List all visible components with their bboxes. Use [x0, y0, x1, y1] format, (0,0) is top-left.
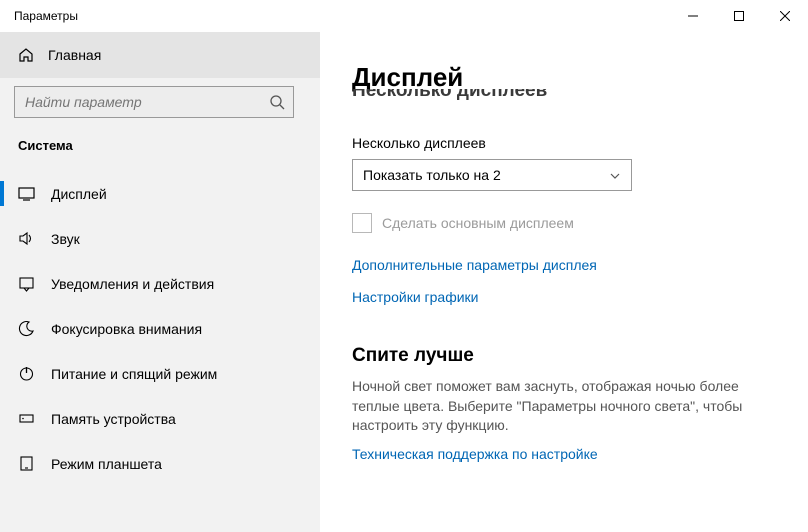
content-area: Дисплей Несколько дисплеев Несколько дис… — [320, 32, 808, 532]
primary-display-label: Сделать основным дисплеем — [382, 215, 574, 231]
sidebar-item-notifications[interactable]: Уведомления и действия — [0, 261, 320, 306]
search-input-wrap[interactable] — [14, 86, 294, 118]
maximize-button[interactable] — [716, 0, 762, 32]
search-icon — [269, 94, 285, 110]
chevron-down-icon — [609, 169, 621, 181]
notifications-icon — [18, 275, 35, 292]
sidebar-item-label: Питание и спящий режим — [51, 366, 217, 382]
window-title: Параметры — [0, 9, 78, 23]
sidebar-item-tablet[interactable]: Режим планшета — [0, 441, 320, 486]
sidebar-item-display[interactable]: Дисплей — [0, 171, 320, 216]
home-icon — [18, 47, 34, 63]
sound-icon — [18, 230, 35, 247]
truncated-heading: Несколько дисплеев — [352, 89, 776, 103]
sidebar-item-label: Звук — [51, 231, 80, 247]
sleep-better-heading: Спите лучше — [352, 345, 776, 367]
multi-display-label: Несколько дисплеев — [352, 135, 776, 151]
power-icon — [18, 365, 35, 382]
sidebar-nav: Дисплей Звук Уведомления и действия Фоку… — [0, 171, 320, 486]
sleep-better-text: Ночной свет поможет вам заснуть, отображ… — [352, 377, 776, 436]
sidebar-item-label: Фокусировка внимания — [51, 321, 202, 337]
primary-display-checkbox-row: Сделать основным дисплеем — [352, 213, 776, 233]
titlebar: Параметры — [0, 0, 808, 32]
sidebar-item-storage[interactable]: Память устройства — [0, 396, 320, 441]
sidebar-item-power[interactable]: Питание и спящий режим — [0, 351, 320, 396]
sidebar-item-sound[interactable]: Звук — [0, 216, 320, 261]
sidebar: Главная Система Дисплей Звук Уведомления… — [0, 32, 320, 532]
close-button[interactable] — [762, 0, 808, 32]
link-help-setup[interactable]: Техническая поддержка по настройке — [352, 446, 776, 462]
dropdown-value: Показать только на 2 — [363, 167, 501, 183]
storage-icon — [18, 410, 35, 427]
sidebar-item-label: Память устройства — [51, 411, 176, 427]
multi-display-dropdown[interactable]: Показать только на 2 — [352, 159, 632, 191]
link-advanced-display[interactable]: Дополнительные параметры дисплея — [352, 257, 776, 273]
home-label: Главная — [48, 47, 101, 63]
sidebar-item-focus[interactable]: Фокусировка внимания — [0, 306, 320, 351]
search-input[interactable] — [25, 94, 269, 110]
sidebar-item-label: Дисплей — [51, 186, 107, 202]
link-graphics-settings[interactable]: Настройки графики — [352, 289, 776, 305]
display-icon — [18, 185, 35, 202]
window-controls — [670, 0, 808, 32]
sidebar-item-label: Режим планшета — [51, 456, 162, 472]
sidebar-section-title: Система — [0, 132, 320, 171]
minimize-button[interactable] — [670, 0, 716, 32]
moon-icon — [18, 320, 35, 337]
home-nav[interactable]: Главная — [0, 32, 320, 78]
sidebar-item-label: Уведомления и действия — [51, 276, 214, 292]
primary-display-checkbox[interactable] — [352, 213, 372, 233]
tablet-icon — [18, 455, 35, 472]
